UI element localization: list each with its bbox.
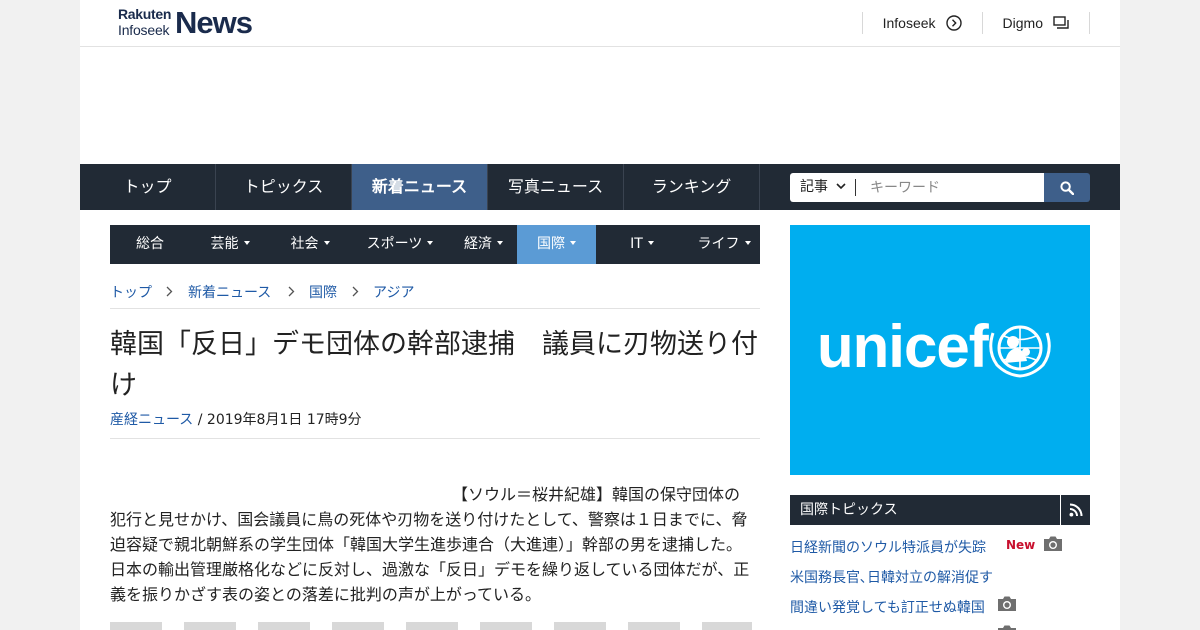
- topics-header: 国際トピックス: [790, 495, 1090, 525]
- site-logo[interactable]: Rakuten Infoseek News: [118, 6, 258, 42]
- chevron-right-icon: [166, 286, 173, 297]
- topic-item[interactable]: 日経新聞のソウル特派員が失踪 New: [790, 536, 1090, 559]
- main-nav-topics[interactable]: トピックス: [216, 164, 352, 210]
- caret-down-icon: [497, 241, 503, 245]
- category-label: 国際: [537, 236, 565, 252]
- main-nav: トップ トピックス 新着ニュース 写真ニュース ランキング 記事: [80, 164, 1120, 210]
- breadcrumb-top[interactable]: トップ: [110, 282, 152, 302]
- caret-down-icon: [427, 241, 434, 245]
- digmo-link[interactable]: Digmo: [981, 12, 1090, 34]
- chevron-down-icon: [836, 183, 846, 190]
- article-meta: 産経ニュース / 2019年8月1日 17時9分: [110, 409, 362, 429]
- category-society[interactable]: 社会: [270, 225, 350, 264]
- topic-title: 米国務長官､日韓対立の解消促す: [790, 570, 993, 586]
- topic-title: 間違い発覚しても訂正せぬ韓国: [790, 600, 985, 616]
- breadcrumb: トップ 新着ニュース 国際 アジア: [110, 282, 760, 309]
- topic-item[interactable]: 米国務長官､日韓対立の解消促す: [790, 567, 1090, 589]
- article-date: / 2019年8月1日 17時9分: [193, 412, 362, 428]
- chevron-right-icon: [352, 286, 359, 297]
- article-title: 韓国「反日」デモ団体の幹部逮捕 議員に刃物送り付け: [110, 329, 758, 401]
- caret-down-icon: [647, 241, 654, 245]
- caret-down-icon: [744, 241, 751, 245]
- infoseek-link-label: Infoseek: [882, 15, 936, 31]
- category-economy[interactable]: 経済: [450, 225, 517, 264]
- breadcrumb-new-news[interactable]: 新着ニュース: [188, 282, 271, 302]
- category-it[interactable]: IT: [596, 225, 688, 264]
- topic-item-cut-off: [790, 625, 1090, 630]
- unicef-ad-banner[interactable]: unicef: [790, 225, 1090, 475]
- site-header: Rakuten Infoseek News Infoseek Digmo: [80, 0, 1120, 47]
- caret-down-icon: [570, 241, 576, 245]
- breadcrumb-international[interactable]: 国際: [309, 282, 337, 302]
- search-scope-select[interactable]: 記事: [790, 173, 856, 202]
- search-form: 記事: [790, 173, 1090, 202]
- new-badge: New: [1006, 538, 1036, 552]
- article-paragraph: 【ソウル＝桜井紀雄】韓国の保守団体の犯行と見せかけ、国会議員に鳥の死体や刃物を送…: [110, 485, 750, 604]
- camera-icon: [1044, 536, 1062, 551]
- category-label: ライフ: [697, 236, 740, 252]
- breadcrumb-asia[interactable]: アジア: [373, 282, 414, 302]
- category-general[interactable]: 総合: [110, 225, 190, 264]
- infoseek-link[interactable]: Infoseek: [861, 12, 982, 34]
- category-label: 社会: [290, 236, 319, 252]
- logo-news: News: [175, 5, 253, 40]
- search-scope-label: 記事: [800, 179, 828, 195]
- cut-off-text: [110, 622, 752, 630]
- camera-icon: [998, 625, 1016, 630]
- search-button[interactable]: [1044, 173, 1090, 202]
- category-life[interactable]: ライフ: [688, 225, 760, 264]
- search-input[interactable]: [856, 173, 1044, 202]
- article-source-link[interactable]: 産経ニュース: [110, 412, 193, 428]
- category-nav: 総合 芸能 社会 スポーツ 経済 国際 IT ライフ: [110, 225, 760, 264]
- category-entertainment[interactable]: 芸能: [190, 225, 270, 264]
- digmo-link-label: Digmo: [1002, 15, 1043, 31]
- header-links: Infoseek Digmo: [861, 12, 1090, 34]
- arrow-circle-right-icon: [945, 15, 962, 31]
- chevron-right-icon: [288, 286, 295, 297]
- category-label: 経済: [464, 236, 492, 252]
- topics-heading: 国際トピックス: [800, 502, 898, 518]
- logo-infoseek: Infoseek: [118, 22, 170, 38]
- category-label: IT: [630, 236, 643, 252]
- page: Rakuten Infoseek News Infoseek Digmo トップ…: [80, 0, 1120, 630]
- main-nav-ranking[interactable]: ランキング: [624, 164, 760, 210]
- rss-icon: [1069, 503, 1083, 517]
- windows-icon: [1053, 16, 1069, 29]
- main-nav-top[interactable]: トップ: [80, 164, 216, 210]
- article-body: 【ソウル＝桜井紀雄】韓国の保守団体の犯行と見せかけ、国会議員に鳥の死体や刃物を送…: [110, 482, 752, 607]
- unicef-wordmark: unicef: [817, 313, 989, 380]
- caret-down-icon: [323, 241, 330, 245]
- caret-down-icon: [243, 241, 250, 245]
- article-body-continued: [110, 618, 752, 630]
- camera-icon: [998, 596, 1016, 611]
- topic-title: 日経新聞のソウル特派員が失踪: [790, 540, 986, 556]
- category-label: 総合: [136, 236, 164, 252]
- logo-rakuten: Rakuten: [118, 6, 172, 22]
- category-label: 芸能: [210, 236, 239, 252]
- category-label: スポーツ: [366, 236, 423, 252]
- category-sports[interactable]: スポーツ: [350, 225, 450, 264]
- search-icon: [1060, 181, 1074, 195]
- main-nav-new-news[interactable]: 新着ニュース: [352, 164, 488, 210]
- unicef-emblem-icon: [989, 325, 1051, 378]
- category-international[interactable]: 国際: [517, 225, 596, 264]
- rss-button[interactable]: [1060, 495, 1090, 525]
- main-nav-photo-news[interactable]: 写真ニュース: [488, 164, 624, 210]
- topic-item[interactable]: 間違い発覚しても訂正せぬ韓国: [790, 596, 1090, 619]
- divider: [110, 438, 760, 439]
